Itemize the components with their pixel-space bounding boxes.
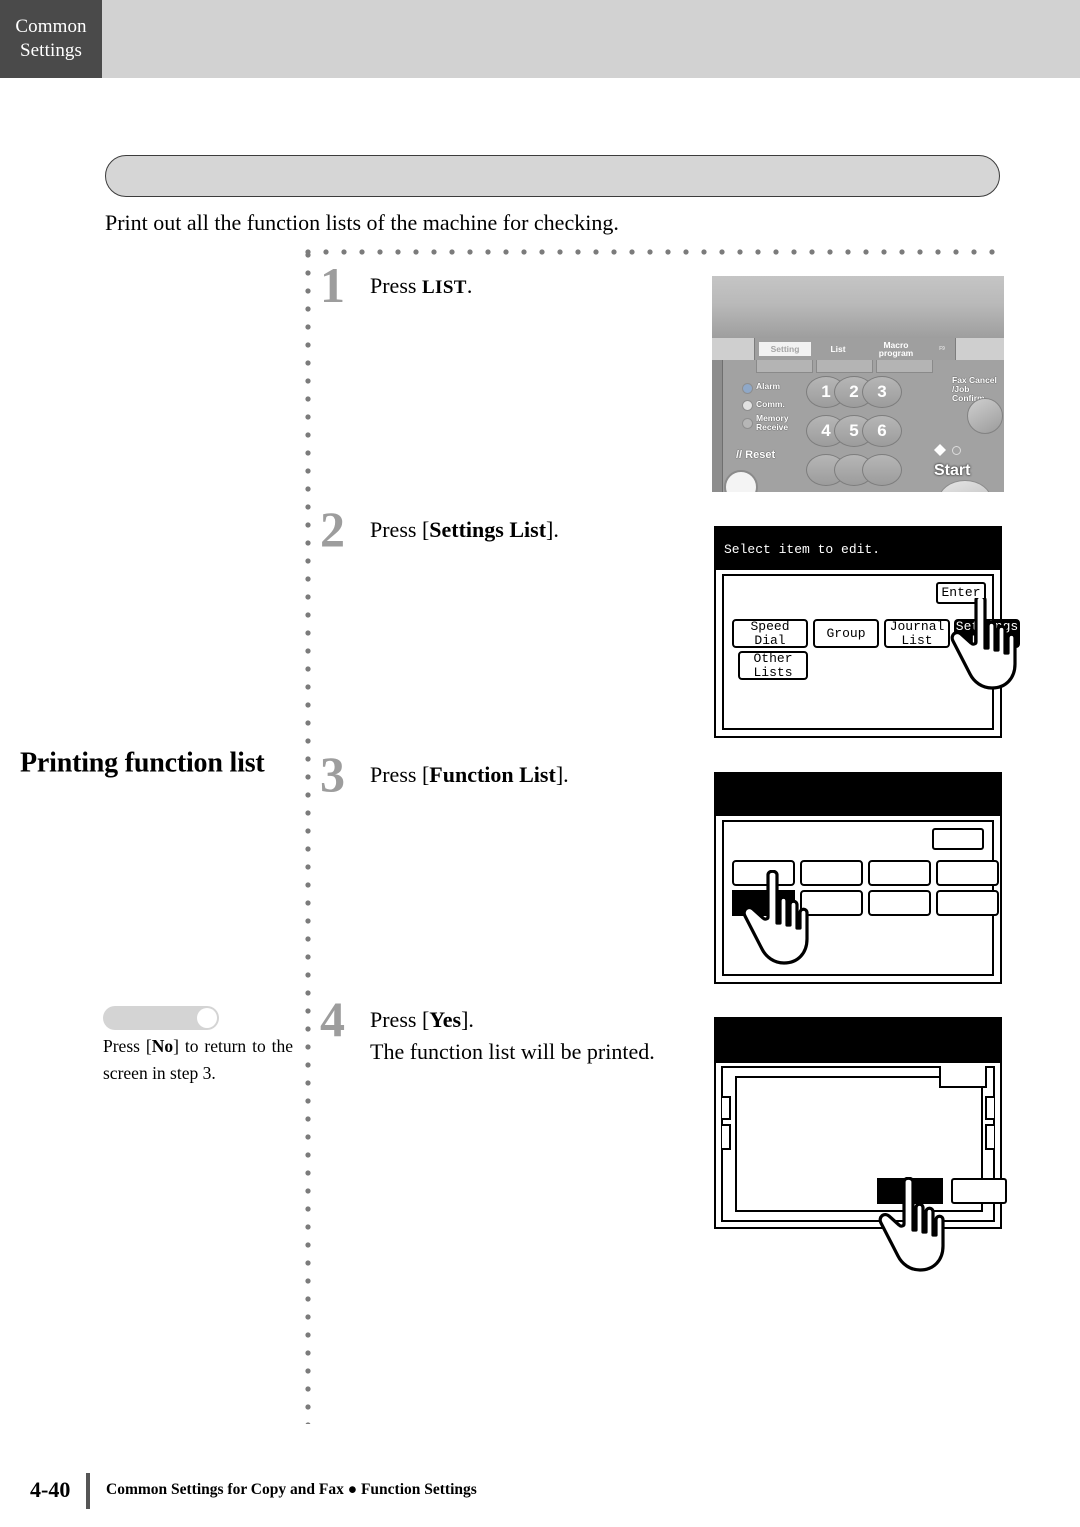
step-3-post: ].	[555, 762, 569, 787]
lcd4-left-tab-2	[722, 1124, 731, 1150]
panel-tab-function-key[interactable]: F9	[931, 342, 953, 356]
lcd2-button-speed-dial[interactable]: Speed Dial	[732, 619, 808, 648]
step-2-key: Settings List	[429, 517, 547, 542]
note-key: No	[151, 1036, 174, 1056]
footer-divider	[86, 1473, 90, 1509]
start-lamp-icon	[952, 446, 961, 455]
keypad-key-3[interactable]: 3	[862, 376, 902, 408]
lcd4-top-tab	[939, 1066, 987, 1088]
lcd2-button-other-lists[interactable]: Other Lists	[738, 651, 808, 680]
keypad-key-9[interactable]	[862, 454, 902, 486]
step-1-key: LIST	[421, 277, 467, 298]
chapter-tab-line1: Common	[15, 15, 87, 37]
step-4-number: 4	[320, 991, 345, 1047]
step-3-key: Function List	[429, 762, 556, 787]
header-band	[0, 0, 1080, 78]
lcd2-panel: Enter Speed Dial Group Journal List Sett…	[722, 574, 1020, 730]
step-2-pre: Press [	[370, 517, 430, 542]
keypad-key-6[interactable]: 6	[862, 415, 902, 447]
panel-tab-macro-program[interactable]: Macro program	[865, 341, 927, 358]
step-1-text: Press LIST.	[370, 270, 472, 302]
step-1-number: 1	[320, 257, 345, 313]
lcd2-title: Select item to edit.	[716, 528, 1000, 570]
figure-control-panel: Setting List Macro program F9 Alarm Comm…	[712, 276, 1004, 492]
step-4-post: ].	[461, 1007, 474, 1032]
lcd4-outer-panel	[721, 1066, 1007, 1222]
lcd3-panel	[722, 820, 999, 976]
note-icon	[103, 1006, 219, 1030]
step-4-line2: The function list will be printed.	[370, 1038, 655, 1064]
step-4-line1: Press [Yes].	[370, 1004, 655, 1036]
lcd2-button-group[interactable]: Group	[813, 619, 879, 648]
step-3-text: Press [Function List].	[370, 759, 569, 791]
panel-tab-group: Setting List Macro program F9	[754, 338, 956, 360]
lcd4-right-tab-1	[985, 1096, 994, 1120]
lamp-alarm-label: Alarm	[756, 381, 781, 391]
lcd3-button-r2c4[interactable]	[936, 890, 999, 916]
figure-lcd-step4	[714, 1017, 1007, 1272]
step-2-text: Press [Settings List].	[370, 514, 559, 546]
lcd2-button-journal-list[interactable]: Journal List	[884, 619, 950, 648]
dotted-rule-left	[305, 252, 311, 1424]
lamp-memory-receive-icon	[742, 418, 753, 429]
panel-button-slot-3[interactable]	[876, 360, 933, 373]
step-3-number: 3	[320, 746, 345, 802]
lcd4-left-tab-1	[722, 1096, 731, 1120]
step-4-text: Press [Yes]. The function list will be p…	[370, 1004, 655, 1068]
panel-tab-setting[interactable]: Setting	[759, 342, 811, 356]
lcd4-right-tab-2	[985, 1124, 994, 1150]
chapter-tab: Common Settings	[0, 0, 102, 78]
panel-button-slot-1[interactable]	[756, 360, 813, 373]
dotted-rule-top	[305, 249, 1005, 255]
panel-button-slot-2[interactable]	[816, 360, 873, 373]
lamp-alarm-icon	[742, 383, 753, 394]
step-1-post: .	[466, 273, 473, 298]
lcd3-button-r1c4[interactable]	[936, 860, 999, 886]
start-button-label: Start	[934, 462, 971, 479]
footer-page-number: 4-40	[30, 1477, 71, 1502]
intro-paragraph: Print out all the function lists of the …	[105, 210, 619, 235]
step-2-number: 2	[320, 501, 345, 557]
pointing-hand-icon	[742, 870, 809, 965]
pointing-hand-icon	[950, 598, 1017, 690]
lcd3-enter-button[interactable]	[932, 828, 984, 850]
lcd3-button-r2c3[interactable]	[868, 890, 931, 916]
panel-upper-casing	[712, 276, 1004, 338]
figure-lcd-step3	[714, 772, 1002, 984]
step-1-pre: Press	[370, 273, 422, 298]
step-3-pre: Press [	[370, 762, 430, 787]
page-title-bar	[105, 155, 1000, 197]
chapter-tab-line2: Settings	[19, 40, 83, 61]
pointing-hand-icon	[878, 1177, 945, 1272]
fax-cancel-button[interactable]	[967, 398, 1003, 434]
panel-tab-list[interactable]: List	[817, 342, 859, 356]
lamp-memory-receive-label: Memory Receive	[756, 413, 789, 432]
note-pre: Press [	[103, 1036, 152, 1056]
lcd4-no-button[interactable]	[951, 1178, 1007, 1204]
figure-lcd-step2: Select item to edit. Enter Speed Dial Gr…	[714, 526, 1020, 738]
step-2-post: ].	[546, 517, 559, 542]
panel-left-edge	[712, 360, 723, 492]
step-4-pre: Press [	[370, 1007, 430, 1032]
reset-button-label: // Reset	[736, 449, 776, 461]
lcd4-title	[716, 1019, 1000, 1063]
lamp-comm-icon	[742, 400, 753, 411]
page-title: Printing function list	[20, 746, 265, 778]
footer-text: Common Settings for Copy and Fax ● Funct…	[106, 1481, 477, 1498]
note-text: Press [No] to return to the screen in st…	[103, 1033, 293, 1086]
lcd3-title	[716, 774, 1000, 816]
step-4-key: Yes	[429, 1007, 462, 1032]
lamp-comm-label: Comm.	[756, 399, 785, 409]
lcd3-button-r1c3[interactable]	[868, 860, 931, 886]
note-icon-dot	[197, 1008, 217, 1028]
